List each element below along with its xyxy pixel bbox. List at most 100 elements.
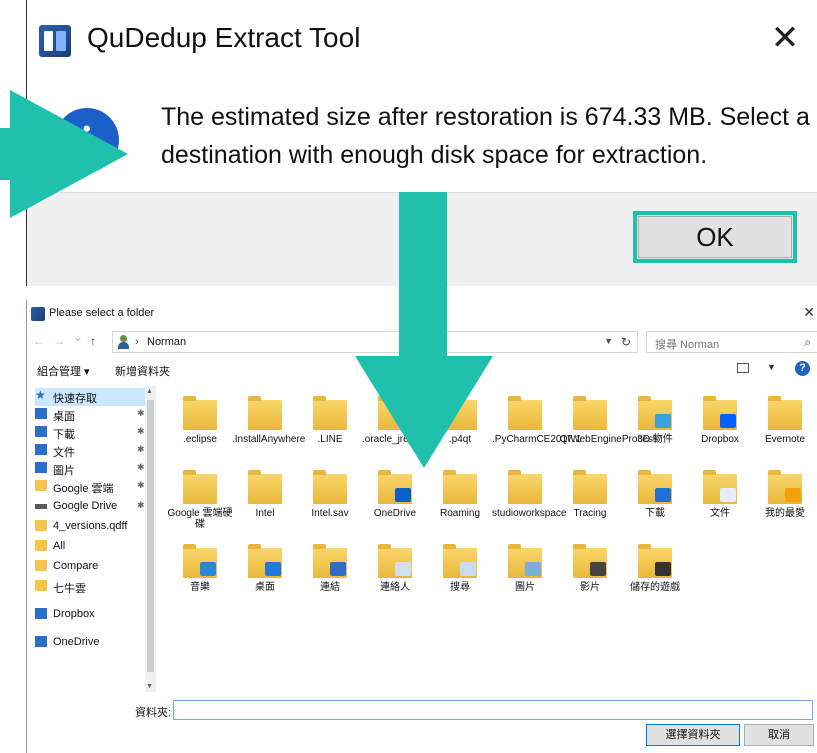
folder-item[interactable]: 連結	[297, 542, 363, 612]
folder-item[interactable]: 音樂	[167, 542, 233, 612]
download-icon	[35, 426, 47, 437]
folder-item[interactable]: Evernote	[752, 394, 817, 464]
select-folder-button[interactable]: 選擇資料夾	[646, 724, 740, 746]
onedrive-folder-icon	[378, 470, 412, 504]
pin-icon: ✱	[137, 500, 145, 510]
close-icon[interactable]: ✕	[767, 20, 803, 56]
folder-badge	[395, 488, 411, 502]
folder-item-label: 儲存的遊戲	[630, 582, 680, 593]
folder-item[interactable]: Intel.sav	[297, 468, 363, 538]
folder-item-label: .InstallAnywhere	[232, 434, 306, 445]
folder-item[interactable]: 下載	[622, 468, 688, 538]
folder-item[interactable]: .LINE	[297, 394, 363, 464]
sidebar-item[interactable]: Google Drive ✱	[35, 498, 153, 516]
sidebar-item[interactable]: Dropbox	[35, 606, 153, 624]
organize-menu[interactable]: 組合管理 ▾	[37, 363, 90, 379]
folder-icon	[183, 396, 217, 430]
folder-item[interactable]: studioworkspace	[492, 468, 566, 538]
folder-item-label: 3D 物件	[637, 434, 673, 445]
folder-item[interactable]: 影片	[557, 542, 623, 612]
folder-item[interactable]: .eclipse	[167, 394, 233, 464]
folder-item[interactable]: Google 雲端硬碟	[167, 468, 233, 538]
scroll-up-icon[interactable]: ▲	[146, 388, 153, 395]
ok-button[interactable]: OK	[633, 211, 797, 263]
sidebar-item[interactable]: 七牛雲	[35, 578, 153, 596]
folder-item[interactable]: 我的最愛	[752, 468, 817, 538]
folder-item-label: OneDrive	[373, 508, 417, 519]
folder-badge	[720, 488, 736, 502]
folder-item[interactable]: OneDrive	[362, 468, 428, 538]
folder-item-label: 我的最愛	[765, 508, 805, 519]
folder-item-label: 下載	[645, 508, 665, 519]
sidebar-item[interactable]: 桌面 ✱	[35, 406, 153, 424]
up-arrow-icon[interactable]: ↑	[90, 334, 96, 348]
desktop-folder-icon	[248, 544, 282, 578]
folder-item[interactable]: Dropbox	[687, 394, 753, 464]
refresh-icon[interactable]: ↻	[621, 335, 631, 349]
folder-item-label: 桌面	[255, 582, 275, 593]
scrollbar-thumb[interactable]	[147, 400, 154, 672]
back-arrow-icon[interactable]: ←	[33, 334, 45, 348]
view-options-icon[interactable]	[737, 363, 749, 373]
annotation-arrow-right-icon	[0, 90, 128, 218]
breadcrumb-norman[interactable]: Norman	[147, 336, 186, 348]
links-folder-icon	[313, 544, 347, 578]
folder-icon	[35, 580, 47, 591]
folder-item[interactable]: Tracing	[557, 468, 623, 538]
sidebar-item[interactable]: 下載 ✱	[35, 424, 153, 442]
folder-badge	[720, 414, 736, 428]
sidebar-item-label: 快速存取	[53, 393, 97, 405]
breadcrumb-separator: ›	[135, 336, 139, 348]
chevron-down-icon[interactable]: ▼	[604, 336, 613, 346]
folder-item[interactable]: 搜尋	[427, 542, 493, 612]
sidebar-item-label: All	[53, 540, 66, 552]
onedrive-icon	[35, 636, 47, 647]
cancel-button[interactable]: 取消	[744, 724, 814, 746]
folder-item-label: Google 雲端硬碟	[167, 508, 233, 530]
folder-item-label: Tracing	[573, 508, 607, 519]
search-icon[interactable]: ⌕	[804, 335, 811, 350]
sidebar-item[interactable]: Compare	[35, 558, 153, 576]
close-icon[interactable]: ✕	[803, 304, 815, 321]
folder-item[interactable]: 3D 物件	[622, 394, 688, 464]
folder-label: 資料夾:	[135, 707, 172, 719]
new-folder-button[interactable]: 新增資料夾	[115, 363, 170, 379]
folder-icon	[35, 560, 47, 571]
picker-footer: 資料夾: 選擇資料夾 取消	[27, 692, 817, 753]
pin-icon: ✱	[137, 408, 145, 418]
sidebar-item[interactable]: Google 雲端 ✱	[35, 478, 153, 496]
folder-icon	[573, 396, 607, 430]
folder-item[interactable]: 連絡人	[362, 542, 428, 612]
sidebar-item[interactable]: 圖片 ✱	[35, 460, 153, 478]
forward-arrow-icon[interactable]: →	[53, 334, 65, 348]
sidebar-item-label: Compare	[53, 560, 99, 572]
sidebar-item[interactable]: 4_versions.qdff	[35, 518, 153, 536]
scroll-down-icon[interactable]: ▼	[146, 683, 153, 690]
folder-item[interactable]: 桌面	[232, 542, 298, 612]
search-input[interactable]: 搜尋 Norman ⌕	[646, 331, 817, 353]
folder-badge	[655, 562, 671, 576]
sidebar-item-label: 文件	[53, 447, 75, 459]
folder-item[interactable]: 儲存的遊戲	[622, 542, 688, 612]
folder-badge	[785, 488, 801, 502]
folder-item[interactable]: Roaming	[427, 468, 493, 538]
help-icon[interactable]: ?	[795, 361, 810, 376]
folder-item[interactable]: Intel	[232, 468, 298, 538]
folder-item[interactable]: .QtWebEngineProcess	[557, 394, 658, 464]
folder-badge	[655, 488, 671, 502]
folder-icon	[313, 396, 347, 430]
chevron-down-icon[interactable]: ▼	[767, 362, 776, 372]
sidebar-scrollbar[interactable]: ▲ ▼	[145, 386, 156, 692]
sidebar-item[interactable]: All	[35, 538, 153, 556]
sidebar-item-label: 七牛雲	[53, 583, 86, 595]
folder-item[interactable]: 圖片	[492, 542, 558, 612]
recent-locations-icon[interactable]: ⌄	[73, 330, 83, 344]
folder-item-label: Dropbox	[701, 434, 739, 445]
sidebar-item[interactable]: 文件 ✱	[35, 442, 153, 460]
folder-item[interactable]: .InstallAnywhere	[232, 394, 306, 464]
folder-name-input[interactable]	[173, 700, 813, 720]
sidebar-item[interactable]: OneDrive	[35, 634, 153, 652]
sidebar-item[interactable]: ★ 快速存取	[35, 388, 153, 406]
folder-item[interactable]: 文件	[687, 468, 753, 538]
folder-item[interactable]: .PyCharmCE2017.1	[492, 394, 581, 464]
